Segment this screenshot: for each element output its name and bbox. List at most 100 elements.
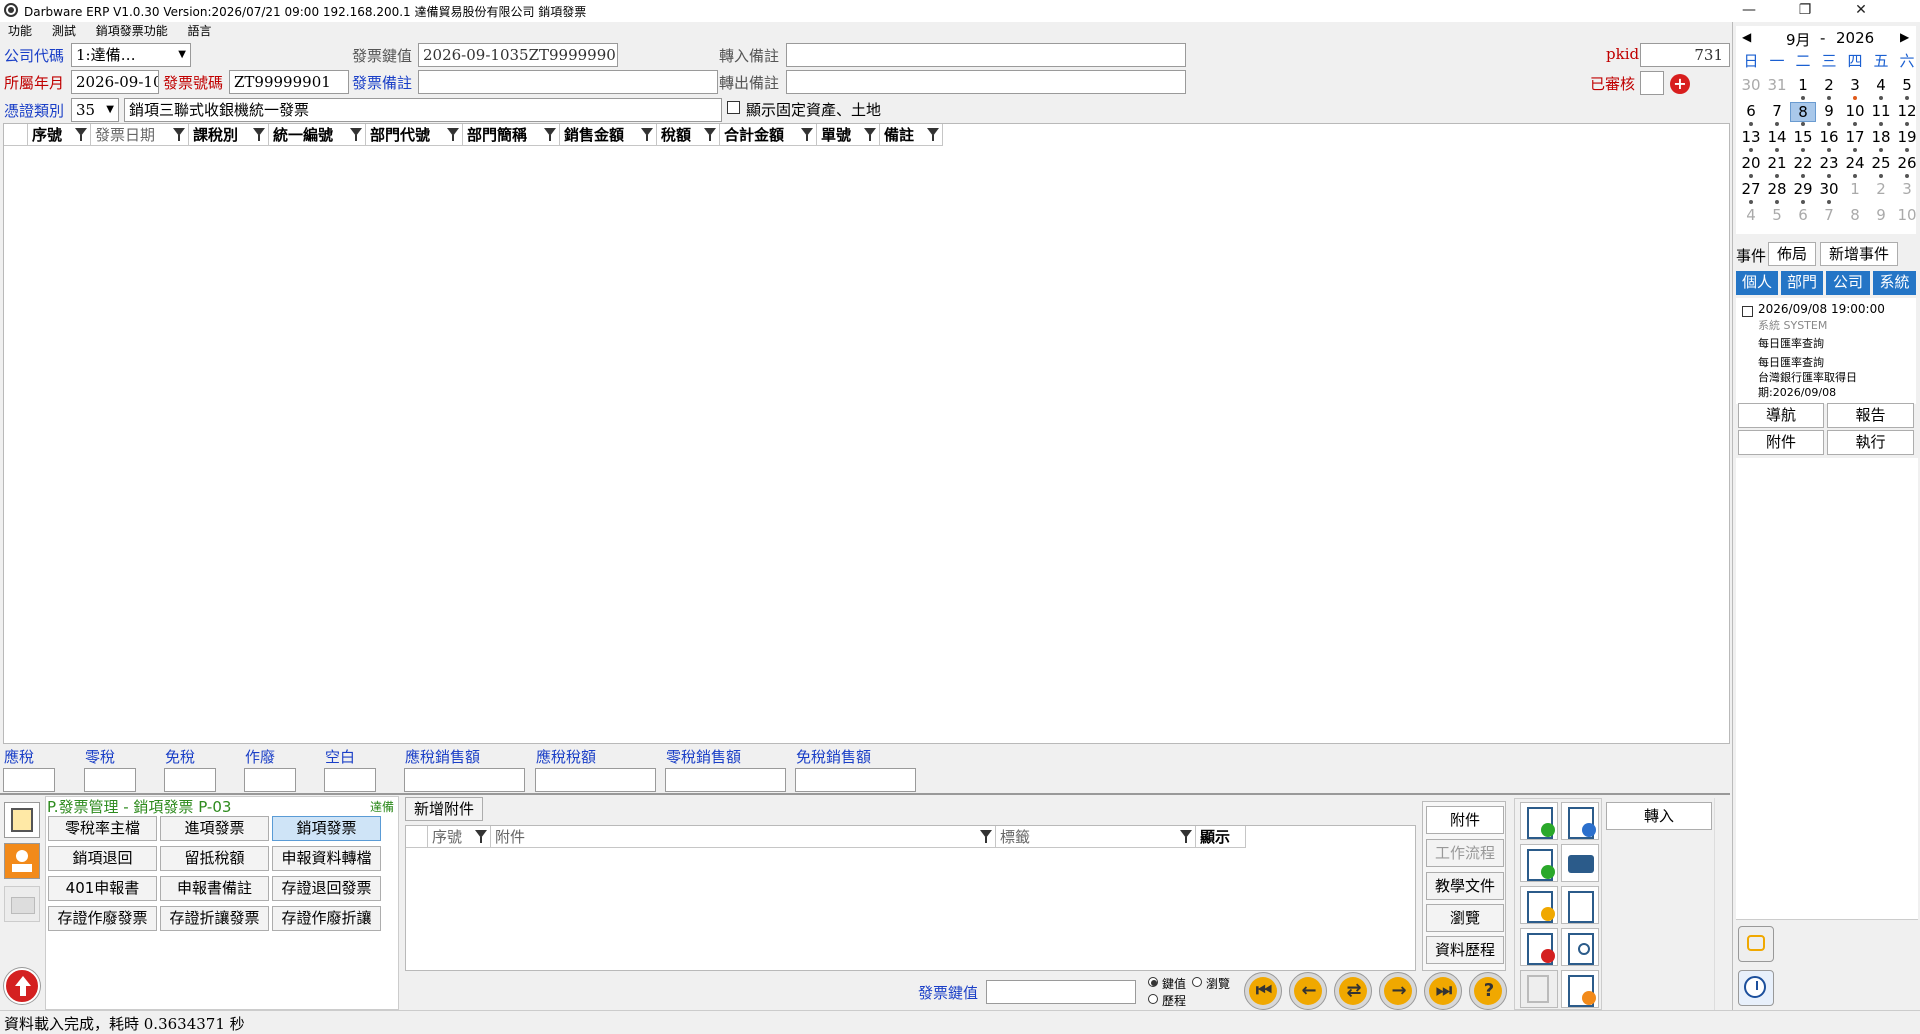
attachment-button[interactable]: 附件 <box>1426 806 1504 834</box>
calendar-day[interactable]: 15 <box>1790 128 1816 146</box>
attachment-grid[interactable]: 序號 附件 標籤 顯示 <box>405 825 1416 971</box>
maximize-button[interactable]: ❐ <box>1782 0 1828 22</box>
search-document-icon[interactable] <box>1561 928 1599 966</box>
filter-icon[interactable] <box>75 128 87 141</box>
calendar-prev-icon[interactable]: ◀ <box>1742 30 1751 44</box>
col-total[interactable]: 合計金額 <box>720 124 817 146</box>
calendar-day[interactable]: 6 <box>1738 102 1764 120</box>
calendar-next-icon[interactable]: ▶ <box>1900 30 1909 44</box>
calendar-day[interactable]: 29 <box>1790 180 1816 198</box>
robot-icon[interactable] <box>1738 926 1774 962</box>
last-record-icon[interactable]: ⏭ <box>1424 972 1462 1010</box>
reviewed-field[interactable] <box>1640 71 1664 95</box>
print-icon[interactable] <box>1561 844 1599 882</box>
menu-function[interactable]: 功能 <box>8 24 32 38</box>
calendar-day[interactable]: 19 <box>1894 128 1920 146</box>
calendar-day[interactable]: 27 <box>1738 180 1764 198</box>
export-h-icon[interactable] <box>1561 802 1599 840</box>
key-field[interactable]: 2026-09-1035ZT99999901 <box>418 43 618 67</box>
filter-icon[interactable] <box>253 128 265 141</box>
tab-company[interactable]: 公司 <box>1826 271 1870 295</box>
tutorial-button[interactable]: 教學文件 <box>1426 872 1504 900</box>
calendar-day[interactable]: 25 <box>1868 154 1894 172</box>
calendar-day[interactable]: 20 <box>1738 154 1764 172</box>
col-sales-amount[interactable]: 銷售金額 <box>560 124 657 146</box>
export-note-field[interactable] <box>786 70 1186 94</box>
calendar-day[interactable]: 26 <box>1894 154 1920 172</box>
calendar-day[interactable]: 2 <box>1816 76 1842 94</box>
company-combo[interactable]: 1:達備… <box>71 43 191 67</box>
filter-icon[interactable] <box>544 128 556 141</box>
attach-col-seq[interactable]: 序號 <box>428 826 491 848</box>
filter-icon[interactable] <box>350 128 362 141</box>
calendar-day[interactable]: 18 <box>1868 128 1894 146</box>
edit-disabled-icon[interactable] <box>1520 970 1558 1008</box>
tab-personal[interactable]: 個人 <box>1736 271 1778 295</box>
attach-col-file[interactable]: 附件 <box>491 826 996 848</box>
invoice-grid[interactable]: 序號 發票日期 課稅別 統一編號 部門代號 部門簡稱 銷售金額 稅額 合計金額 … <box>3 123 1730 744</box>
delete-document-icon[interactable] <box>1520 928 1558 966</box>
menu-test[interactable]: 測試 <box>52 24 76 38</box>
btn-sales-return[interactable]: 銷項退回 <box>48 846 157 871</box>
calendar-day[interactable]: 1 <box>1842 180 1868 198</box>
calendar-day[interactable]: 24 <box>1842 154 1868 172</box>
calendar-day[interactable]: 22 <box>1790 154 1816 172</box>
event-checkbox[interactable] <box>1742 306 1753 317</box>
filter-icon[interactable] <box>801 128 813 141</box>
notes-icon[interactable] <box>4 802 40 838</box>
col-tax[interactable]: 稅額 <box>657 124 720 146</box>
btn-evidence-void-allowance[interactable]: 存證作廢折讓 <box>272 906 381 931</box>
help-icon[interactable]: ? <box>1469 972 1507 1010</box>
right-attachment-button[interactable]: 附件 <box>1738 430 1824 455</box>
browse-button[interactable]: 瀏覽 <box>1426 904 1504 932</box>
period-field[interactable]: 2026-09-10 <box>71 70 159 94</box>
org-chart-icon[interactable] <box>4 843 40 879</box>
calendar-day[interactable]: 30 <box>1738 76 1764 94</box>
radio-browse[interactable] <box>1192 977 1202 987</box>
minimize-button[interactable]: — <box>1726 0 1772 22</box>
btn-retained-tax[interactable]: 留抵稅額 <box>160 846 269 871</box>
show-fixed-checkbox[interactable] <box>727 101 740 114</box>
col-dept-code[interactable]: 部門代號 <box>366 124 463 146</box>
folder-icon[interactable] <box>4 886 40 922</box>
calendar-day[interactable]: 30 <box>1816 180 1842 198</box>
invoice-no-field[interactable]: ZT99999901 <box>229 70 349 94</box>
calendar-day[interactable]: 5 <box>1894 76 1920 94</box>
calendar-day[interactable]: 3 <box>1894 180 1920 198</box>
btn-sales-invoice[interactable]: 銷項發票 <box>272 816 381 841</box>
menu-sales-invoice[interactable]: 銷項發票功能 <box>96 24 168 38</box>
calendar-day[interactable]: 13 <box>1738 128 1764 146</box>
execute-button[interactable]: 執行 <box>1827 430 1914 455</box>
calendar-day[interactable]: 7 <box>1764 102 1790 120</box>
attach-col-tag[interactable]: 標籤 <box>996 826 1196 848</box>
edit-document-icon[interactable] <box>1520 886 1558 924</box>
filter-icon[interactable] <box>927 128 939 141</box>
filter-icon[interactable] <box>475 830 487 843</box>
calendar-day[interactable]: 2 <box>1868 180 1894 198</box>
calendar-day[interactable]: 14 <box>1764 128 1790 146</box>
report-button[interactable]: 報告 <box>1827 403 1914 428</box>
radio-key[interactable] <box>1148 977 1158 987</box>
calendar-day[interactable]: 1 <box>1790 76 1816 94</box>
calendar-day[interactable]: 17 <box>1842 128 1868 146</box>
add-attachment-button[interactable]: 新增附件 <box>405 797 483 821</box>
navigation-button[interactable]: 導航 <box>1738 403 1824 428</box>
btn-401-declaration[interactable]: 401申報書 <box>48 876 157 901</box>
calendar-day[interactable]: 28 <box>1764 180 1790 198</box>
btn-purchase-invoice[interactable]: 進項發票 <box>160 816 269 841</box>
upload-icon[interactable] <box>4 968 40 1004</box>
share-document-icon[interactable] <box>1561 970 1599 1008</box>
voucher-combo[interactable]: 35 <box>71 98 119 122</box>
calendar-day[interactable]: 5 <box>1764 206 1790 224</box>
calendar-day[interactable]: 10 <box>1842 102 1868 120</box>
note-field[interactable] <box>418 70 718 94</box>
calendar-day[interactable]: 7 <box>1816 206 1842 224</box>
first-record-icon[interactable]: ⏮ <box>1244 972 1282 1010</box>
history-button[interactable]: 資料歷程 <box>1426 936 1504 964</box>
clock-icon[interactable] <box>1738 970 1774 1006</box>
btn-declaration-transfer[interactable]: 申報資料轉檔 <box>272 846 381 871</box>
copy-document-icon[interactable] <box>1520 844 1558 882</box>
add-icon[interactable]: + <box>1670 74 1690 94</box>
col-order-no[interactable]: 單號 <box>817 124 880 146</box>
calendar-year[interactable]: 2026 <box>1836 29 1874 47</box>
